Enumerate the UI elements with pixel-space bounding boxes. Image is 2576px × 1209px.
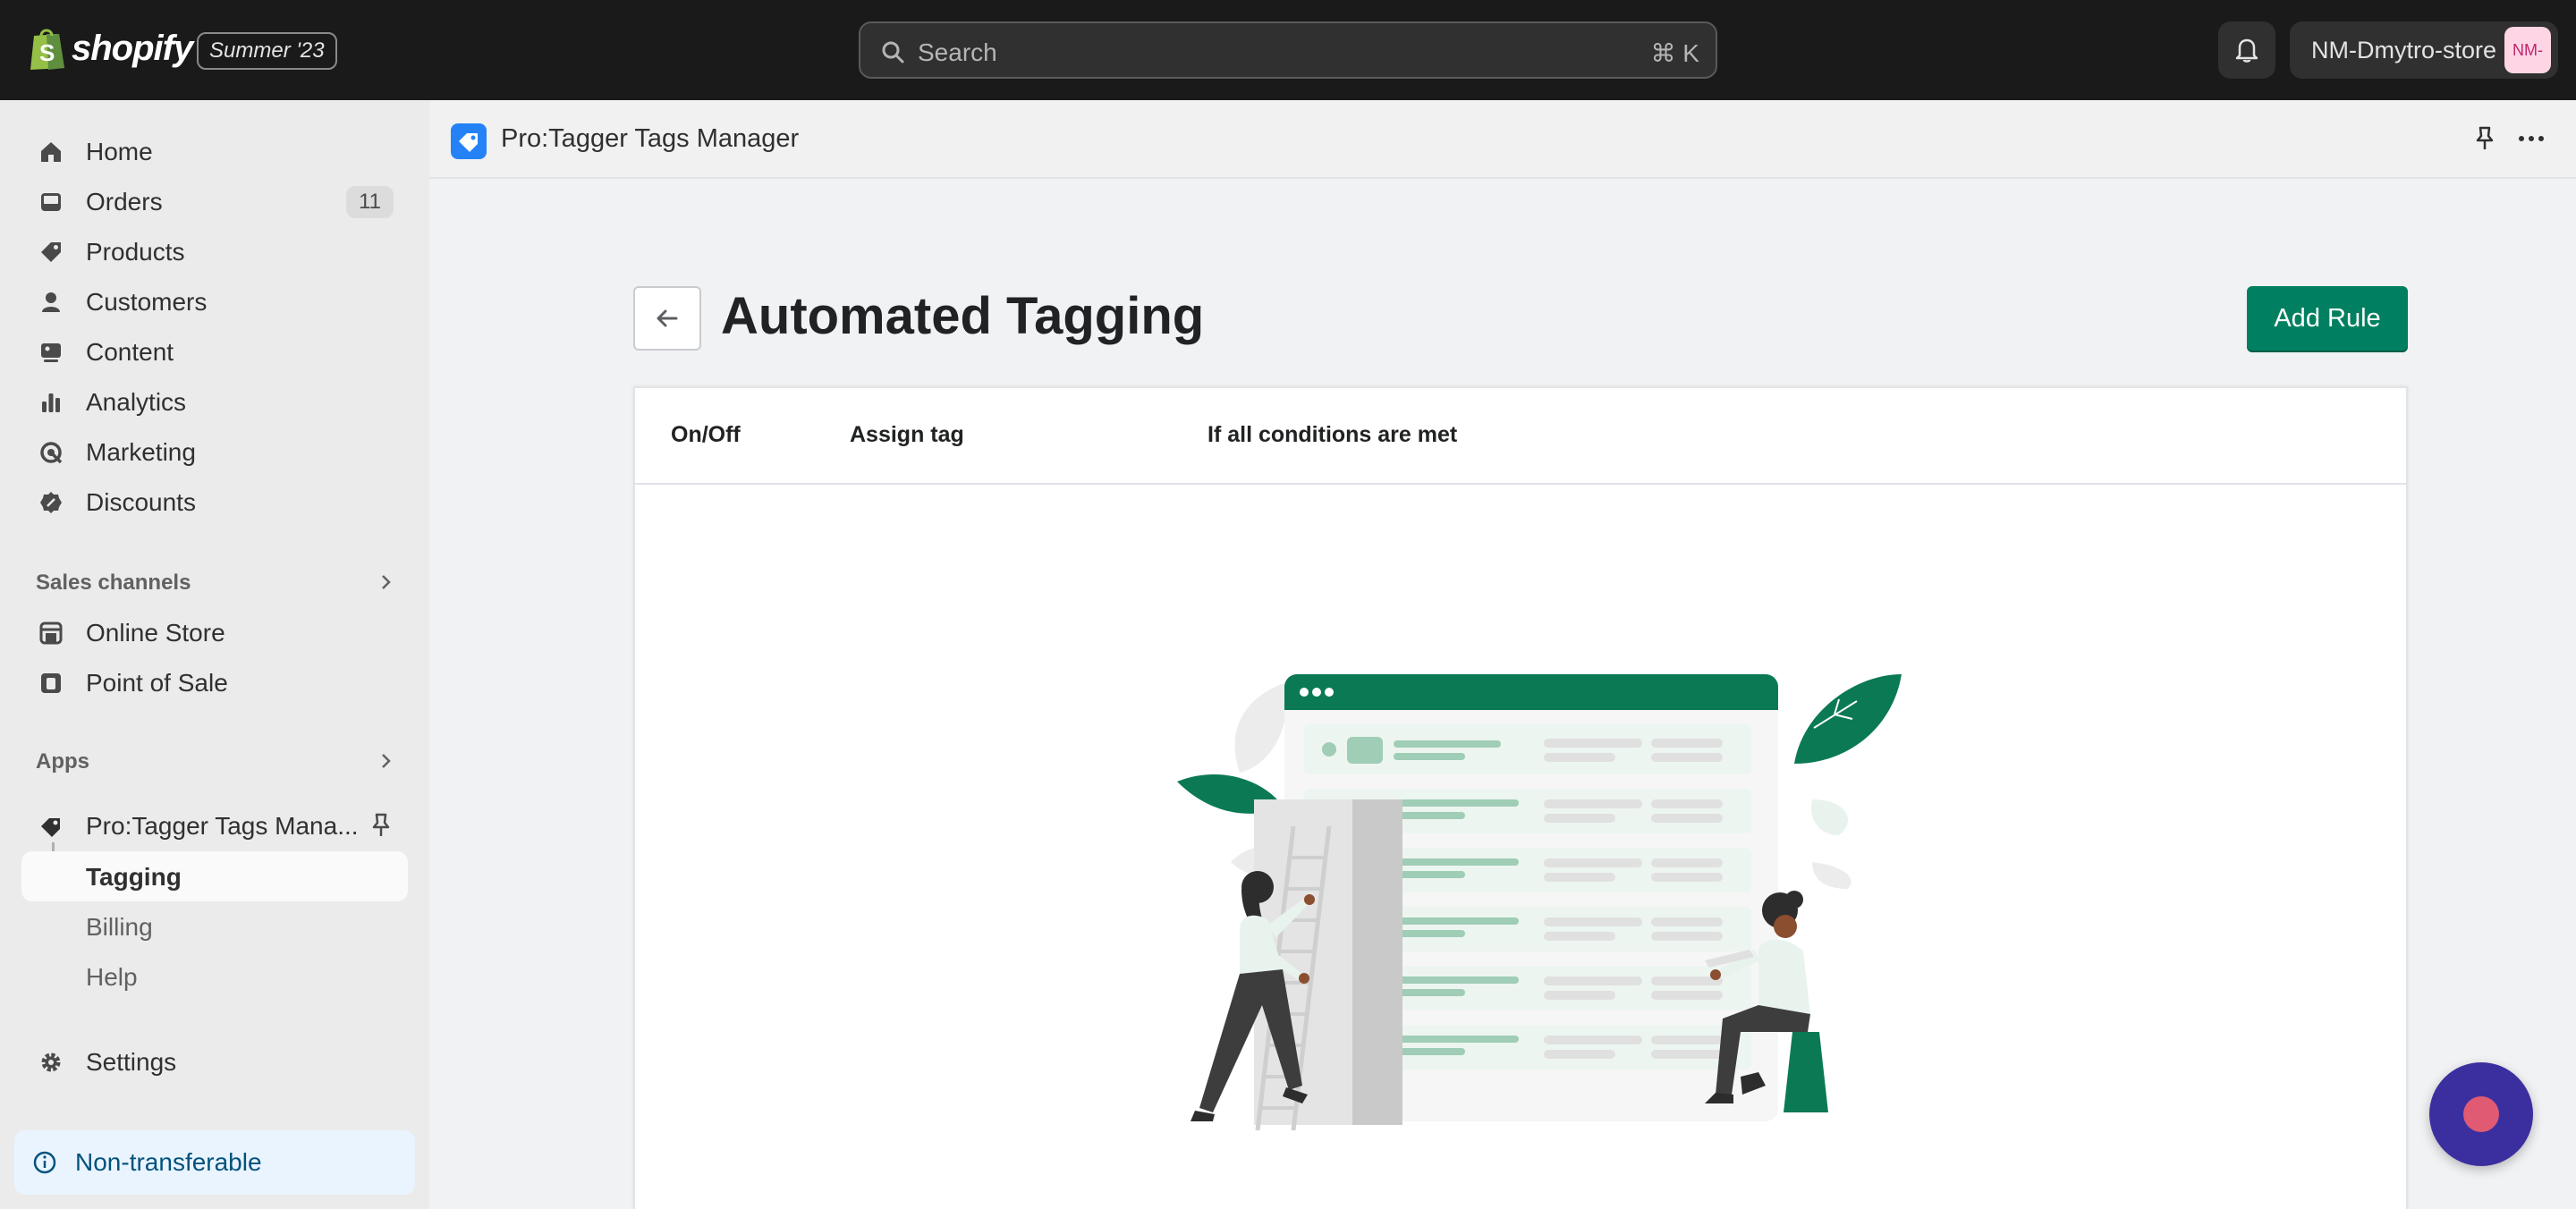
sidebar-item-label: Analytics <box>86 388 187 416</box>
store-name: NM-Dmytro-store <box>2311 37 2496 63</box>
pos-icon <box>38 670 64 697</box>
sidebar-item-label: Discounts <box>86 488 196 516</box>
chevron-right-icon[interactable] <box>376 751 395 771</box>
avatar: NM- <box>2504 27 2551 73</box>
app-header: Pro:Tagger Tags Manager <box>429 100 2576 179</box>
search-shortcut: ⌘ K <box>1650 39 1699 67</box>
pin-icon[interactable] <box>2472 125 2497 152</box>
info-icon <box>33 1151 56 1174</box>
sidebar-item-online-store[interactable]: Online Store <box>21 610 408 656</box>
sidebar-item-label: Pro:Tagger Tags Mana... <box>86 812 359 840</box>
sidebar-subitem-help[interactable]: Help <box>21 951 408 1002</box>
bell-icon <box>2235 38 2258 63</box>
sidebar-item-point-of-sale[interactable]: Point of Sale <box>21 660 408 706</box>
sales-channels-heading[interactable]: Sales channels <box>36 571 191 596</box>
sidebar-item-label: Marketing <box>86 438 196 466</box>
search-icon <box>882 41 904 63</box>
tag-icon <box>38 239 64 266</box>
sidebar-item-label: Online Store <box>86 619 225 647</box>
sidebar-item-orders[interactable]: Orders 11 <box>21 179 408 225</box>
app-tag-icon <box>38 813 64 840</box>
person-icon <box>38 289 64 316</box>
sidebar-item-discounts[interactable]: Discounts <box>21 479 408 526</box>
sidebar-item-home[interactable]: Home <box>21 129 408 175</box>
sidebar-item-analytics[interactable]: Analytics <box>21 379 408 426</box>
edition-badge[interactable]: Summer '23 <box>197 32 337 70</box>
sidebar-item-label: Home <box>86 138 153 165</box>
notice-label: Non-transferable <box>75 1148 262 1176</box>
discount-icon <box>38 489 64 516</box>
arrow-left-icon <box>657 309 678 327</box>
sidebar-item-label: Help <box>86 963 138 991</box>
sidebar-item-marketing[interactable]: Marketing <box>21 429 408 476</box>
chat-indicator-dot <box>2463 1096 2499 1132</box>
rules-table-card: On/Off Assign tag If all conditions are … <box>633 386 2408 1209</box>
app-title: Pro:Tagger Tags Manager <box>501 124 800 153</box>
chat-launcher-button[interactable] <box>2429 1062 2533 1166</box>
search-placeholder: Search <box>918 38 997 66</box>
sidebar-item-label: Orders <box>86 188 163 216</box>
sidebar-item-customers[interactable]: Customers <box>21 279 408 326</box>
sidebar-item-label: Content <box>86 338 174 366</box>
home-icon <box>38 139 64 165</box>
sidebar-item-content[interactable]: Content <box>21 329 408 376</box>
table-header: On/Off Assign tag If all conditions are … <box>635 388 2406 485</box>
brand-wordmark: shopify <box>72 28 193 68</box>
store-menu-button[interactable]: NM-Dmytro-store NM- <box>2290 21 2558 79</box>
sidebar-item-products[interactable]: Products <box>21 229 408 275</box>
top-bar: S shopify Summer '23 Search ⌘ K NM-Dmytr… <box>0 0 2576 100</box>
app-logo-icon <box>451 123 487 159</box>
back-button[interactable] <box>633 286 701 351</box>
notifications-button[interactable] <box>2218 21 2275 79</box>
sidebar-item-label: Point of Sale <box>86 669 228 697</box>
shopify-bag-icon: S <box>30 29 64 70</box>
store-icon <box>38 620 64 647</box>
sidebar-item-label: Customers <box>86 288 208 316</box>
gear-icon <box>38 1049 64 1076</box>
pin-icon[interactable] <box>369 812 394 839</box>
svg-text:S: S <box>39 39 55 66</box>
sidebar-item-label: Products <box>86 238 185 266</box>
chevron-right-icon[interactable] <box>376 572 395 592</box>
non-transferable-notice[interactable]: Non-transferable <box>14 1130 415 1195</box>
more-options-icon[interactable] <box>2517 125 2546 152</box>
sidebar-item-label: Tagging <box>86 863 182 891</box>
page-title: Automated Tagging <box>721 287 1205 345</box>
bar-chart-icon <box>38 389 64 416</box>
sidebar-subitem-billing[interactable]: Billing <box>21 901 408 951</box>
target-icon <box>38 439 64 466</box>
column-header-on-off: On/Off <box>671 422 741 447</box>
orders-count-badge: 11 <box>346 186 394 218</box>
content-icon <box>38 339 64 366</box>
empty-state-illustration <box>1177 674 1902 1131</box>
column-header-conditions: If all conditions are met <box>1208 422 1458 447</box>
search-bar[interactable]: Search ⌘ K <box>859 21 1717 79</box>
sidebar-item-label: Settings <box>86 1048 177 1076</box>
sidebar-item-settings[interactable]: Settings <box>21 1039 408 1086</box>
inbox-icon <box>38 189 64 216</box>
sidebar-subitem-tagging[interactable]: Tagging <box>21 851 408 901</box>
sidebar-item-protagger-app[interactable]: Pro:Tagger Tags Mana... <box>21 803 408 850</box>
add-rule-button[interactable]: Add Rule <box>2247 286 2408 351</box>
column-header-assign-tag: Assign tag <box>850 422 964 447</box>
apps-heading[interactable]: Apps <box>36 749 89 774</box>
shopify-logo[interactable]: S shopify <box>27 25 193 72</box>
sidebar-item-label: Billing <box>86 913 153 941</box>
